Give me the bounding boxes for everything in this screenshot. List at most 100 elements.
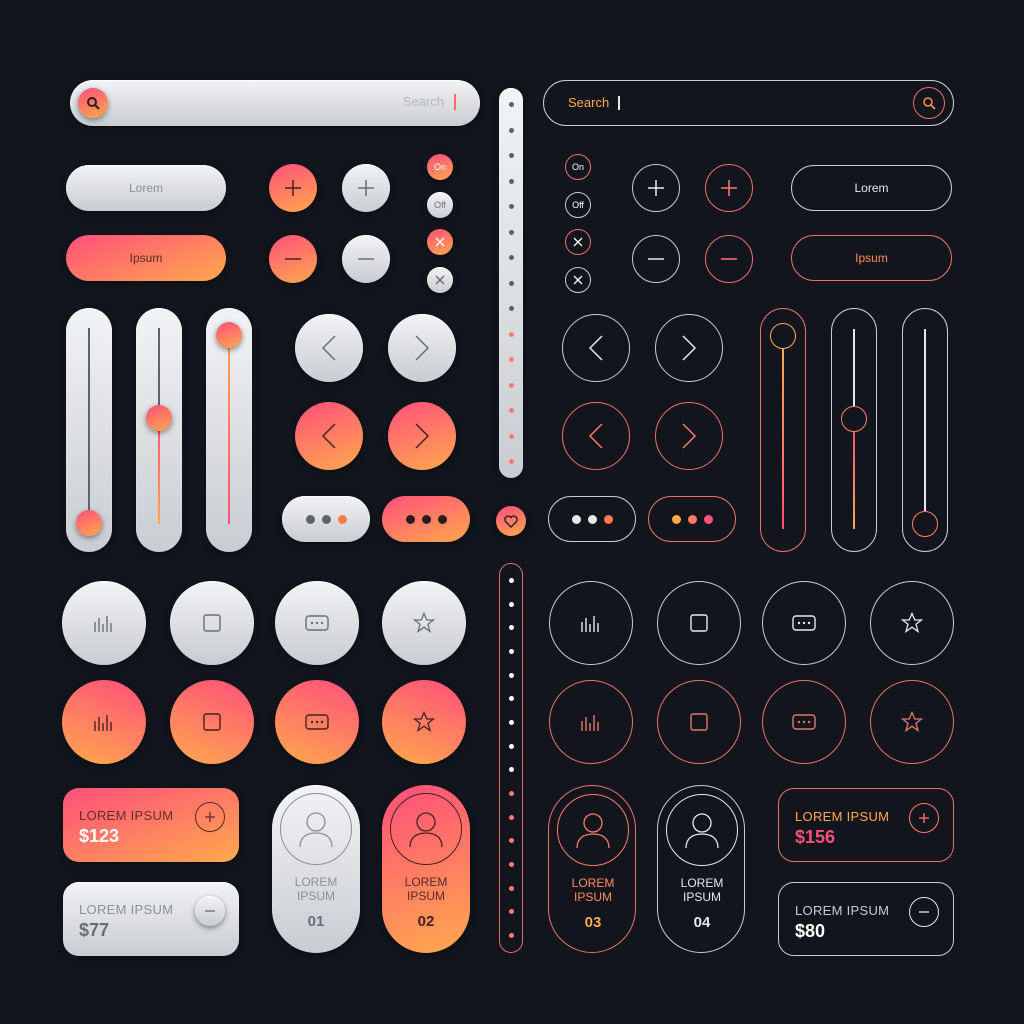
plus-icon[interactable] (195, 802, 225, 832)
close-icon[interactable] (565, 229, 591, 255)
slider-handle[interactable] (76, 510, 102, 536)
profile-number: 04 (693, 914, 711, 931)
user-avatar-icon (390, 793, 462, 865)
lorem-button-label: Lorem (854, 181, 889, 195)
search-bar-light[interactable]: Search (70, 80, 480, 126)
search-icon[interactable] (913, 87, 945, 119)
user-avatar-icon (557, 794, 629, 866)
profile-name-line1: LOREM (294, 875, 338, 889)
vertical-scrollbar-dark[interactable] (499, 563, 523, 953)
slider-handle[interactable] (146, 405, 172, 431)
minus-icon[interactable] (269, 235, 317, 283)
plus-icon[interactable] (705, 164, 753, 212)
user-avatar-icon (666, 794, 738, 866)
card-label: LOREM IPSUM (795, 903, 890, 918)
slider-handle[interactable] (770, 323, 796, 349)
slider-handle[interactable] (912, 511, 938, 537)
minus-icon[interactable] (195, 896, 225, 926)
toggle-on[interactable]: On (565, 154, 591, 180)
slider-handle[interactable] (841, 406, 867, 432)
stop-icon[interactable] (657, 581, 741, 665)
ipsum-button-label: Ipsum (129, 251, 163, 265)
card-label: LOREM IPSUM (79, 902, 174, 917)
equalizer-icon[interactable] (62, 680, 146, 764)
stop-icon[interactable] (657, 680, 741, 764)
pagination-dots[interactable] (648, 496, 736, 542)
pagination-dots[interactable] (382, 496, 470, 542)
plus-icon[interactable] (342, 164, 390, 212)
vertical-slider[interactable] (66, 308, 112, 552)
user-avatar-icon (280, 793, 352, 865)
minus-icon[interactable] (632, 235, 680, 283)
profile-name-line2: IPSUM (406, 889, 445, 903)
chevron-left-icon[interactable] (295, 402, 363, 470)
vertical-slider[interactable] (831, 308, 877, 552)
vertical-slider[interactable] (136, 308, 182, 552)
lorem-button[interactable]: Lorem (66, 165, 226, 211)
chevron-right-icon[interactable] (655, 402, 723, 470)
vertical-slider[interactable] (902, 308, 948, 552)
toggle-off[interactable]: Off (565, 192, 591, 218)
profile-number: 02 (417, 913, 435, 930)
profile-card[interactable]: LOREM IPSUM 01 (272, 785, 360, 953)
pagination-dots[interactable] (282, 496, 370, 542)
chevron-left-icon[interactable] (562, 402, 630, 470)
slider-handle[interactable] (216, 322, 242, 348)
card-price: $77 (79, 920, 110, 940)
equalizer-icon[interactable] (549, 680, 633, 764)
equalizer-icon[interactable] (62, 581, 146, 665)
profile-name-line2: IPSUM (682, 890, 721, 904)
heart-icon[interactable] (496, 506, 526, 536)
equalizer-icon[interactable] (549, 581, 633, 665)
profile-card[interactable]: LOREM IPSUM 02 (382, 785, 470, 953)
star-icon[interactable] (382, 680, 466, 764)
pagination-dots[interactable] (548, 496, 636, 542)
search-placeholder[interactable]: Search (568, 95, 609, 110)
lorem-button[interactable]: Lorem (791, 165, 952, 211)
ipsum-button[interactable]: Ipsum (66, 235, 226, 281)
price-card[interactable]: LOREM IPSUM $80 (778, 882, 954, 956)
close-icon[interactable] (427, 229, 453, 255)
toggle-on[interactable]: On (427, 154, 453, 180)
chevron-right-icon[interactable] (655, 314, 723, 382)
stop-icon[interactable] (170, 581, 254, 665)
star-icon[interactable] (382, 581, 466, 665)
toggle-off[interactable]: Off (427, 192, 453, 218)
chevron-right-icon[interactable] (388, 402, 456, 470)
minus-icon[interactable] (705, 235, 753, 283)
profile-name-line1: LOREM (404, 875, 448, 889)
profile-name-line2: IPSUM (296, 889, 335, 903)
plus-icon[interactable] (269, 164, 317, 212)
plus-icon[interactable] (909, 803, 939, 833)
vertical-slider[interactable] (206, 308, 252, 552)
message-icon[interactable] (275, 680, 359, 764)
vertical-scrollbar-light[interactable] (499, 88, 523, 478)
star-icon[interactable] (870, 581, 954, 665)
vertical-slider[interactable] (760, 308, 806, 552)
plus-icon[interactable] (632, 164, 680, 212)
ipsum-button[interactable]: Ipsum (791, 235, 952, 281)
stop-icon[interactable] (170, 680, 254, 764)
search-icon[interactable] (78, 88, 108, 118)
profile-card[interactable]: LOREM IPSUM 04 (657, 785, 745, 953)
price-card[interactable]: LOREM IPSUM $77 (63, 882, 239, 956)
profile-card[interactable]: LOREM IPSUM 03 (548, 785, 636, 953)
message-icon[interactable] (275, 581, 359, 665)
close-icon[interactable] (427, 267, 453, 293)
minus-icon[interactable] (342, 235, 390, 283)
message-icon[interactable] (762, 680, 846, 764)
chevron-left-icon[interactable] (295, 314, 363, 382)
minus-icon[interactable] (909, 897, 939, 927)
message-icon[interactable] (762, 581, 846, 665)
close-icon[interactable] (565, 267, 591, 293)
card-label: LOREM IPSUM (79, 808, 174, 823)
chevron-left-icon[interactable] (562, 314, 630, 382)
star-icon[interactable] (870, 680, 954, 764)
price-card[interactable]: LOREM IPSUM $123 (63, 788, 239, 862)
search-bar-dark[interactable]: Search (543, 80, 954, 126)
chevron-right-icon[interactable] (388, 314, 456, 382)
price-card[interactable]: LOREM IPSUM $156 (778, 788, 954, 862)
profile-number: 01 (307, 913, 325, 930)
profile-name-line1: LOREM (680, 876, 724, 890)
search-placeholder[interactable]: Search (403, 94, 444, 109)
